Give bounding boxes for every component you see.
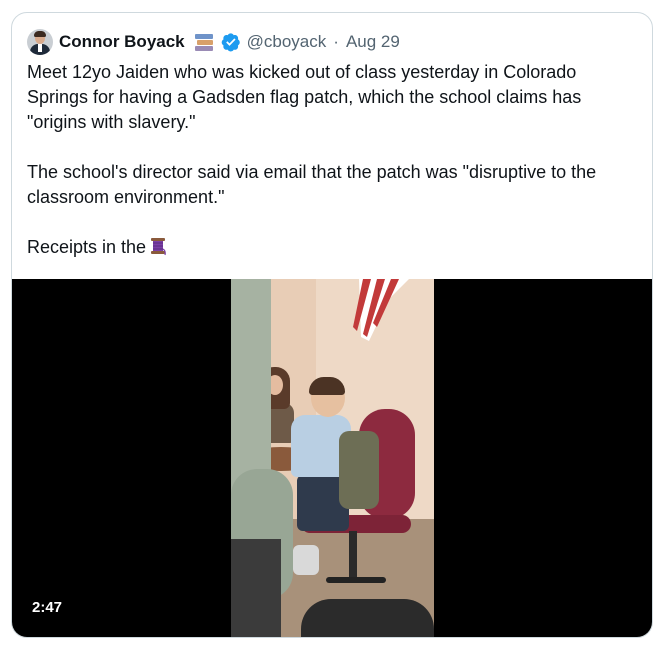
tweet-paragraph-last: Receipts in the xyxy=(27,235,637,260)
tweet-header: Connor Boyack @cboyack · Aug 29 xyxy=(27,28,400,56)
video-duration: 2:47 xyxy=(32,599,63,616)
tweet-paragraph-text: Receipts in the xyxy=(27,237,147,257)
tweet-paragraph: The school's director said via email tha… xyxy=(27,162,597,207)
books-emoji-icon xyxy=(194,32,215,52)
author-handle[interactable]: @cboyack xyxy=(247,32,327,52)
author-name[interactable]: Connor Boyack xyxy=(59,32,185,52)
avatar[interactable] xyxy=(27,29,53,55)
american-flag-image xyxy=(353,279,409,341)
separator-dot: · xyxy=(333,32,339,51)
video-frame xyxy=(231,279,434,637)
thread-spool-emoji-icon xyxy=(148,236,168,256)
tweet-text: Meet 12yo Jaiden who was kicked out of c… xyxy=(27,60,637,260)
video-player[interactable]: 2:47 xyxy=(12,279,652,637)
tweet-card[interactable]: Connor Boyack @cboyack · Aug 29 Meet 12y… xyxy=(11,12,653,638)
tweet-date[interactable]: Aug 29 xyxy=(346,32,400,52)
verified-badge-icon[interactable] xyxy=(221,32,241,52)
tweet-paragraph: Meet 12yo Jaiden who was kicked out of c… xyxy=(27,62,582,132)
